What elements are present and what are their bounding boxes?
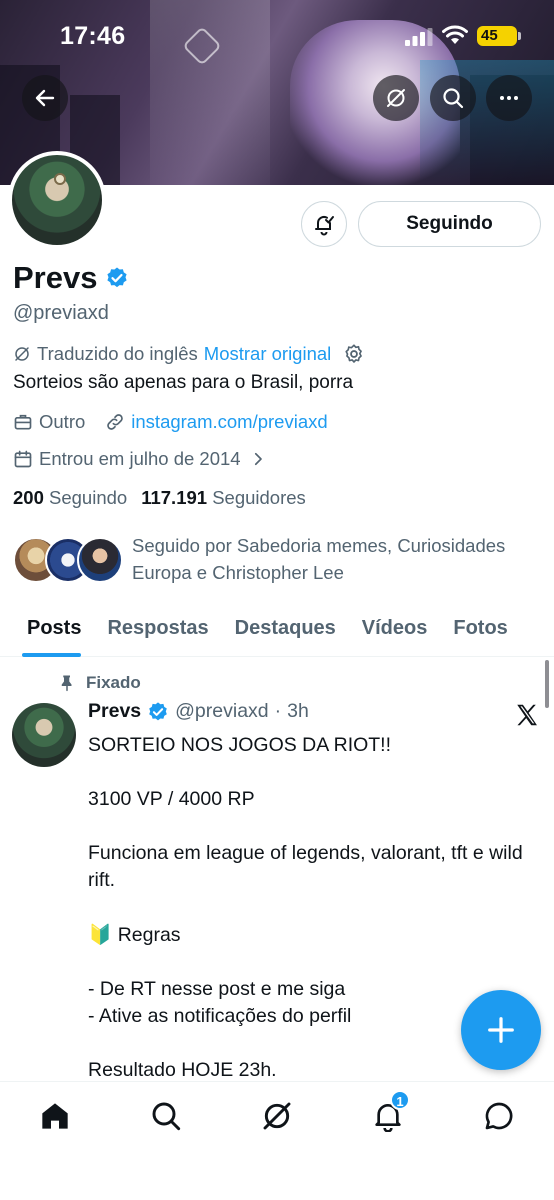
tab-posts[interactable]: Posts xyxy=(0,600,94,657)
post-header: Prevs @previaxd · 3h xyxy=(88,700,309,723)
chevron-right-icon xyxy=(254,452,262,466)
post-line xyxy=(88,813,543,840)
gear-icon[interactable] xyxy=(343,343,365,365)
tab-replies[interactable]: Respostas xyxy=(94,600,221,657)
post-time[interactable]: 3h xyxy=(287,700,309,723)
home-icon xyxy=(42,1103,68,1129)
pinned-label: Fixado xyxy=(86,673,141,692)
following-label: Seguindo xyxy=(49,487,128,508)
compose-post-button[interactable] xyxy=(461,990,541,1070)
followers-label: Seguidores xyxy=(212,487,306,508)
pin-icon xyxy=(61,675,72,692)
post-line xyxy=(88,949,543,976)
profile-tabs: Posts Respostas Destaques Vídeos Fotos xyxy=(0,600,554,657)
profile-bio: Sorteios são apenas para o Brasil, porra xyxy=(13,372,354,393)
bell-check-icon xyxy=(315,216,334,236)
post-author-avatar[interactable] xyxy=(12,703,76,767)
translation-note: Traduzido do inglês xyxy=(37,343,198,364)
nav-messages[interactable] xyxy=(479,1096,519,1136)
notifications-subscribe-button[interactable] xyxy=(301,201,347,247)
post-author-handle[interactable]: @previaxd xyxy=(175,700,269,723)
notifications-badge: 1 xyxy=(390,1090,410,1110)
grok-icon xyxy=(387,89,405,107)
plus-icon xyxy=(488,1017,514,1043)
following-count: 200 xyxy=(13,487,44,508)
post-line: 🔰 Regras xyxy=(88,923,181,946)
show-original-link[interactable]: Mostrar original xyxy=(204,343,332,365)
link-icon xyxy=(107,414,124,430)
post-separator: · xyxy=(274,700,282,722)
grok-icon xyxy=(263,1102,291,1130)
search-icon xyxy=(443,88,464,109)
back-button[interactable] xyxy=(22,75,68,121)
profile-category: Outro xyxy=(39,411,86,432)
pinned-indicator: Fixado xyxy=(58,673,141,693)
scrollbar[interactable] xyxy=(545,660,549,708)
joined-date: Entrou em julho de 2014 xyxy=(39,448,241,469)
grok-icon xyxy=(15,347,29,361)
post-line xyxy=(88,759,543,786)
search-button[interactable] xyxy=(430,75,476,121)
chat-bubble-icon xyxy=(485,1102,513,1130)
verified-badge-icon[interactable] xyxy=(105,266,129,290)
wifi-icon xyxy=(442,25,468,44)
status-time: 17:46 xyxy=(60,22,126,50)
profile-website-link[interactable]: instagram.com/previaxd xyxy=(131,411,327,433)
profile-name: Prevs xyxy=(13,260,98,295)
more-dots-icon xyxy=(500,96,518,100)
post-line: 3100 VP / 4000 RP xyxy=(88,788,255,811)
battery-indicator: 45 xyxy=(477,26,521,46)
profile-handle: @previaxd xyxy=(13,302,109,324)
profile-name-row: Prevs xyxy=(13,260,129,296)
following-count-link[interactable]: 200 Seguindo xyxy=(13,487,127,509)
profile-avatar[interactable] xyxy=(8,151,106,249)
joined-row[interactable]: Entrou em julho de 2014 xyxy=(13,448,267,470)
briefcase-icon xyxy=(14,414,32,430)
tab-videos[interactable]: Vídeos xyxy=(349,600,441,657)
cellular-signal-icon xyxy=(405,28,433,46)
tab-highlights[interactable]: Destaques xyxy=(222,600,349,657)
followed-by-text: Seguido por Sabedoria memes, Curiosidade… xyxy=(132,535,506,583)
nav-grok[interactable] xyxy=(257,1096,297,1136)
battery-level: 45 xyxy=(481,27,498,44)
bottom-navigation: 1 xyxy=(0,1081,554,1200)
calendar-icon xyxy=(14,450,32,468)
grok-button[interactable] xyxy=(373,75,419,121)
nav-notifications[interactable]: 1 xyxy=(368,1090,410,1136)
nav-search[interactable] xyxy=(146,1096,186,1136)
more-options-button[interactable] xyxy=(486,75,532,121)
x-logo-icon[interactable] xyxy=(514,702,540,728)
follower-avatar xyxy=(77,537,123,583)
translation-row: Traduzido do inglês Mostrar original xyxy=(13,343,365,365)
post-author-name[interactable]: Prevs xyxy=(88,700,141,723)
following-button[interactable]: Seguindo xyxy=(358,201,541,247)
search-icon xyxy=(152,1102,181,1131)
arrow-left-icon xyxy=(35,89,55,107)
nav-home[interactable] xyxy=(35,1096,75,1136)
followers-count: 117.191 xyxy=(141,487,208,508)
followers-count-link[interactable]: 117.191 Seguidores xyxy=(141,487,306,509)
post-line: SORTEIO NOS JOGOS DA RIOT!! xyxy=(88,734,392,756)
verified-badge-icon xyxy=(149,701,167,720)
tab-photos[interactable]: Fotos xyxy=(440,600,520,657)
status-bar: 17:46 45 xyxy=(0,0,554,72)
post-line: Funciona em league of legends, valorant,… xyxy=(88,842,523,892)
profile-meta-row: Outro instagram.com/previaxd xyxy=(13,411,328,433)
follow-counts: 200 Seguindo 117.191 Seguidores xyxy=(13,487,306,509)
followed-by-row[interactable]: Seguido por Sabedoria memes, Curiosidade… xyxy=(13,532,543,588)
post-line xyxy=(88,895,543,922)
